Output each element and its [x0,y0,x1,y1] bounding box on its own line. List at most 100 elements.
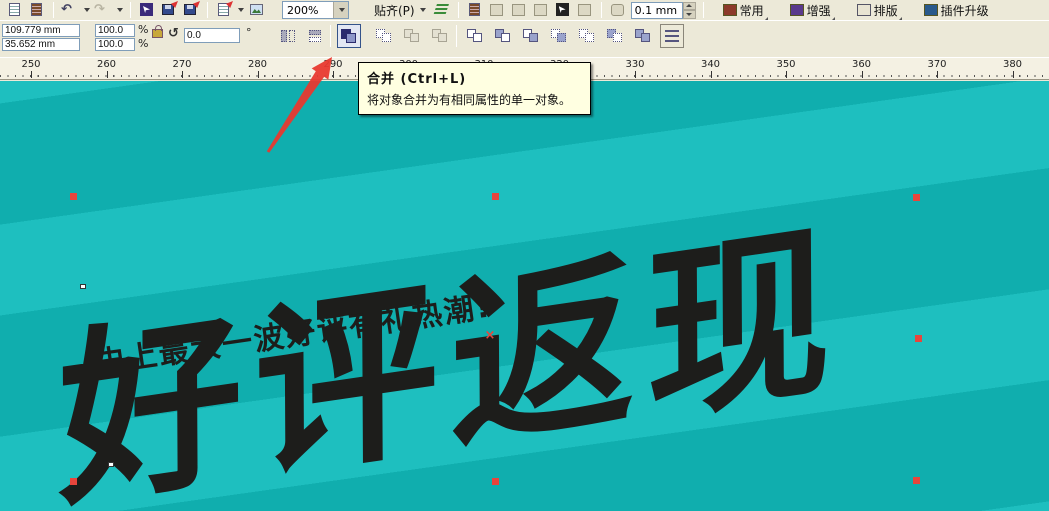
workspace-common-button[interactable]: 常用 [719,1,768,20]
ruler-label: 270 [172,59,191,70]
ruler-label: 250 [21,59,40,70]
ruler-label: 280 [248,59,267,70]
intersect-button[interactable] [519,24,543,48]
ungroup-all-icon [432,29,448,43]
ruler-label: 330 [625,59,644,70]
undo-icon[interactable]: ↶ [61,2,79,18]
nudge-offset-icon [609,2,627,18]
nudge-up-icon[interactable] [683,2,696,11]
printer-icon [723,4,737,16]
mirror-vertical-icon [307,29,323,43]
ruler-label: 260 [97,59,116,70]
rotation-angle-field[interactable] [184,28,240,43]
back-minus-front-icon [607,29,623,43]
snap-dropdown[interactable]: 贴齐(P) [371,2,429,19]
rotation-center-marker[interactable]: × [485,328,496,343]
options-icon[interactable] [466,2,484,18]
intersect-icon [523,29,539,43]
selection-handle[interactable] [492,193,499,200]
toolbar-separator [458,2,459,18]
tooltip: 合并 (Ctrl+L) 将对象合并为有相同属性的单一对象。 [358,62,591,115]
selection-handle[interactable] [913,194,920,201]
lock-ratio-icon[interactable] [152,29,163,38]
toolbar-separator [601,2,602,18]
paste-icon[interactable] [28,2,46,18]
export-icon[interactable] [160,2,178,18]
zoom-value[interactable]: 200% [283,4,333,17]
snap-options-icon[interactable] [433,2,451,18]
ungroup-button [400,24,424,48]
ungroup-icon [404,29,420,43]
ruler-label: 350 [776,59,795,70]
tooltip-title: 合并 (Ctrl+L) [367,68,582,87]
front-minus-back-button[interactable] [575,24,599,48]
coreldraw-window: ↶ ↷ 200% 贴齐(P) 0.1 mm [0,0,1049,511]
ruler-label: 380 [1003,59,1022,70]
ruler-label: 290 [323,59,342,70]
trim-button[interactable] [491,24,515,48]
nudge-spinner[interactable]: 0.1 mm [631,2,696,19]
back-minus-front-button[interactable] [603,24,627,48]
workspace-layout-button[interactable]: 排版 [853,1,902,20]
tooltip-description: 将对象合并为有相同属性的单一对象。 [367,91,582,108]
selection-handle[interactable] [70,478,77,485]
property-bar: % % ↺ ° [0,20,1049,56]
toolbar-separator [53,2,54,18]
redo-dropdown-icon[interactable] [117,8,123,12]
launcher-dropdown-icon[interactable] [238,8,244,12]
undo-dropdown-icon[interactable] [84,8,90,12]
align-distribute-icon [665,30,679,42]
align-distribute-button[interactable] [660,24,684,48]
create-boundary-button[interactable] [631,24,655,48]
back-icon[interactable] [510,2,528,18]
group-icon [376,29,392,43]
redo-icon: ↷ [94,2,112,18]
scale-x-field[interactable] [95,24,135,37]
selection-handle[interactable] [915,335,922,342]
combine-icon [341,29,357,43]
front-minus-back-icon [579,29,595,43]
zoom-combobox[interactable]: 200% [282,1,349,19]
selection-handle[interactable] [492,478,499,485]
grid-setup-icon[interactable] [488,2,506,18]
welcome-screen-icon[interactable] [248,2,266,18]
nudge-down-icon[interactable] [683,10,696,19]
combine-button[interactable] [337,24,361,48]
enhance-icon [790,4,804,16]
nudge-value[interactable]: 0.1 mm [631,2,683,19]
disabled-icon [576,2,594,18]
mirror-horizontal-icon [280,29,296,43]
simplify-button[interactable] [547,24,571,48]
toolbar-separator [703,2,704,18]
import-icon[interactable] [138,2,156,18]
rotation-icon: ↺ [168,26,179,41]
mirror-horizontal-button[interactable] [276,24,300,48]
create-boundary-icon [635,29,651,43]
weld-button[interactable] [463,24,487,48]
scale-y-field[interactable] [95,38,135,51]
plugin-icon [924,4,938,16]
zoom-dropdown-button[interactable] [333,2,348,18]
drawing-canvas[interactable]: 史上最大一波好评有礼热潮! 好评返现 × [0,81,1049,511]
copy-icon[interactable] [6,2,24,18]
selection-handle[interactable] [913,477,920,484]
group-button[interactable] [372,24,396,48]
graph-icon[interactable] [554,2,572,18]
pick-icon[interactable] [532,2,550,18]
toolbar-separator [207,2,208,18]
export-web-icon[interactable] [182,2,200,18]
application-launcher-icon[interactable] [215,2,233,18]
ruler-label: 370 [927,59,946,70]
object-y-field[interactable] [2,38,80,51]
ruler-label: 360 [852,59,871,70]
mirror-vertical-button[interactable] [303,24,327,48]
curve-node-marker[interactable] [80,284,86,289]
trim-icon [495,29,511,43]
workspace-enhance-button[interactable]: 增强 [786,1,835,20]
ungroup-all-button [428,24,452,48]
object-x-field[interactable] [2,24,80,37]
simplify-icon [551,29,567,43]
selection-handle[interactable] [70,193,77,200]
curve-node-marker[interactable] [108,462,114,467]
workspace-plugin-button[interactable]: 插件升级 [920,1,993,20]
